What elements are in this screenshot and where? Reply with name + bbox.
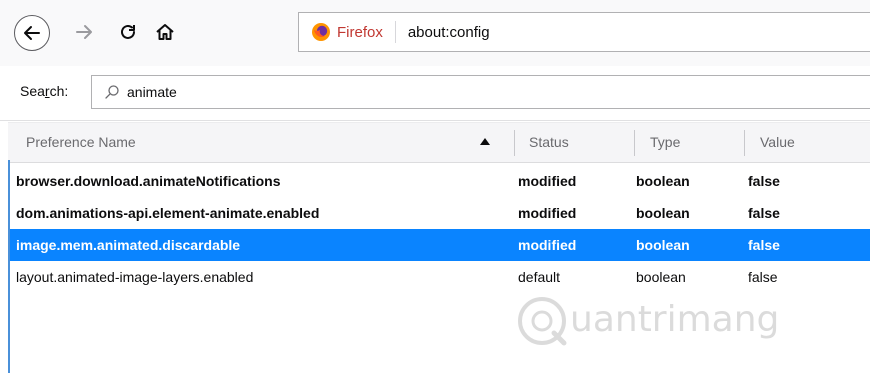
pref-type: boolean xyxy=(636,269,686,285)
forward-arrow-icon xyxy=(76,25,92,39)
back-arrow-icon xyxy=(24,26,40,40)
sort-ascending-icon xyxy=(480,138,490,145)
column-separator[interactable] xyxy=(744,130,745,156)
pref-status: modified xyxy=(518,173,577,189)
reload-button[interactable] xyxy=(114,18,142,46)
pref-value: false xyxy=(748,269,778,285)
table-row[interactable]: layout.animated-image-layers.enabled def… xyxy=(8,261,870,293)
identity-box[interactable]: Firefox xyxy=(299,13,383,51)
navigation-toolbar: Firefox about:config xyxy=(0,0,870,67)
forward-button[interactable] xyxy=(70,18,98,46)
search-label: Search: xyxy=(20,83,68,99)
reload-icon xyxy=(121,24,135,39)
pref-type: boolean xyxy=(636,205,690,221)
url-text[interactable]: about:config xyxy=(408,24,490,41)
home-icon xyxy=(156,24,174,40)
pref-type: boolean xyxy=(636,173,690,189)
pref-name: browser.download.animateNotifications xyxy=(16,173,281,189)
column-header-value[interactable]: Value xyxy=(760,123,795,162)
home-button[interactable] xyxy=(151,18,179,46)
pref-name: layout.animated-image-layers.enabled xyxy=(16,269,254,285)
column-separator[interactable] xyxy=(634,130,635,156)
watermark: uantrimang xyxy=(514,293,814,353)
firefox-logo-icon xyxy=(312,23,330,41)
search-label-pre: Sea xyxy=(20,83,45,99)
pref-name: dom.animations-api.element-animate.enabl… xyxy=(16,205,320,221)
url-separator xyxy=(394,21,396,43)
pref-type: boolean xyxy=(636,237,690,253)
pref-status: modified xyxy=(518,237,577,253)
column-separator[interactable] xyxy=(514,130,515,156)
pref-status: default xyxy=(518,269,561,285)
back-button[interactable] xyxy=(14,15,50,51)
pref-value: false xyxy=(748,173,780,189)
column-header-type[interactable]: Type xyxy=(650,123,680,162)
pref-value: false xyxy=(748,205,780,221)
search-icon xyxy=(105,85,119,99)
column-header-name[interactable]: Preference Name xyxy=(26,123,136,162)
search-input[interactable]: animate xyxy=(91,75,870,109)
watermark-text: uantrimang xyxy=(570,299,780,340)
watermark-logo-icon xyxy=(518,297,567,346)
column-header-status[interactable]: Status xyxy=(529,123,569,162)
table-row[interactable]: browser.download.animateNotifications mo… xyxy=(8,165,870,197)
table-header: Preference Name Status Type Value xyxy=(8,122,870,163)
search-row: Search: animate xyxy=(0,66,870,121)
table-row[interactable]: dom.animations-api.element-animate.enabl… xyxy=(8,197,870,229)
search-label-post: ch: xyxy=(49,83,69,99)
pref-status: modified xyxy=(518,205,577,221)
identity-label: Firefox xyxy=(337,23,383,41)
table-row-selected[interactable]: image.mem.animated.discardable modified … xyxy=(8,229,870,261)
search-value[interactable]: animate xyxy=(127,84,177,100)
url-bar[interactable]: Firefox about:config xyxy=(298,12,870,52)
pref-value: false xyxy=(748,237,780,253)
focus-border xyxy=(8,160,10,373)
pref-name: image.mem.animated.discardable xyxy=(16,237,241,253)
preferences-table: Preference Name Status Type Value browse… xyxy=(8,122,870,293)
